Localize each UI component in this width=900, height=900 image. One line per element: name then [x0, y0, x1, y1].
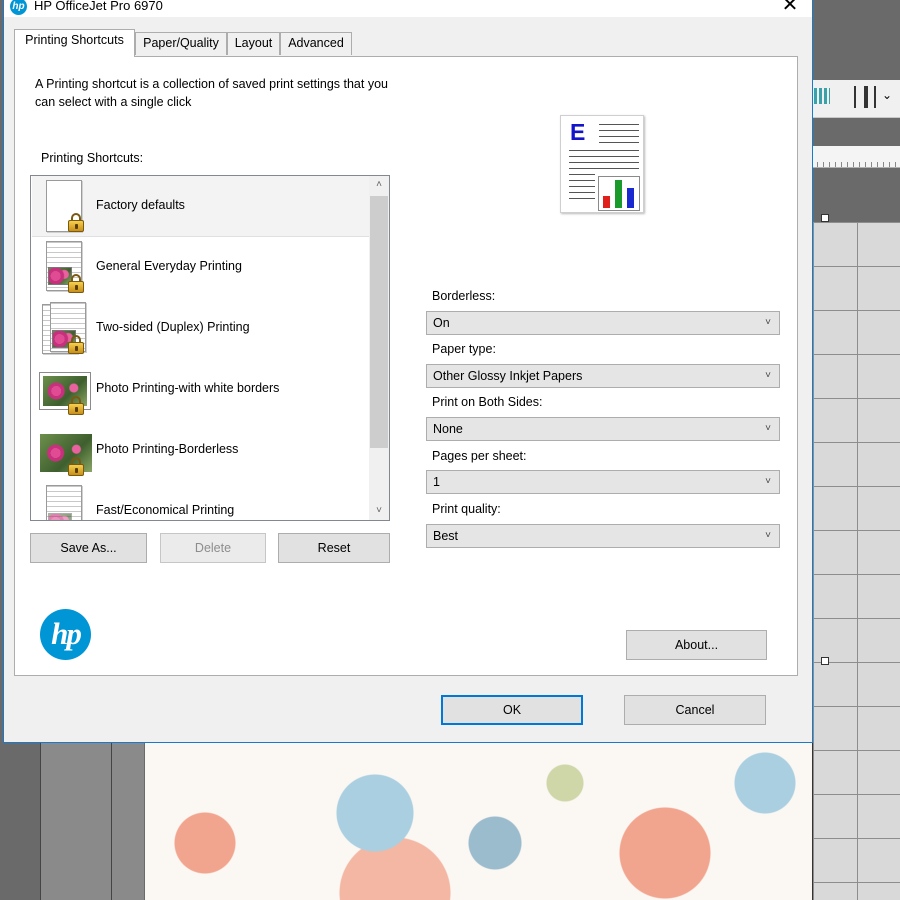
print-quality-value: Best: [433, 529, 459, 543]
preview-bar-green: [615, 180, 622, 208]
list-item-label: Photo Printing-with white borders: [96, 381, 280, 395]
about-button[interactable]: About...: [626, 630, 767, 660]
close-icon[interactable]: ✕: [782, 0, 799, 16]
print-quality-select[interactable]: Best ˅: [426, 524, 780, 548]
list-item-photo-borderless[interactable]: Photo Printing-Borderless: [32, 420, 369, 481]
hp-logo: hp: [40, 609, 91, 660]
list-item-label: General Everyday Printing: [96, 259, 242, 273]
list-item-label: Fast/Economical Printing: [96, 503, 235, 517]
borderless-select[interactable]: On ˅: [426, 311, 780, 335]
pages-per-sheet-value: 1: [433, 475, 440, 489]
borderless-label: Borderless:: [432, 289, 496, 303]
tab-printing-shortcuts[interactable]: Printing Shortcuts: [14, 29, 135, 57]
background-canvas-grid: [812, 222, 900, 900]
tab-paper-quality[interactable]: Paper/Quality: [135, 32, 227, 55]
bordered-photo-lock-icon: [39, 363, 91, 417]
delete-button[interactable]: Delete: [160, 533, 266, 563]
both-sides-label: Print on Both Sides:: [432, 395, 543, 409]
both-sides-select[interactable]: None ˅: [426, 417, 780, 441]
title-bar: hp HP OfficeJet Pro 6970 ✕: [4, 0, 812, 17]
chevron-down-icon: ˅: [765, 317, 771, 328]
background-side-panel: [40, 743, 144, 900]
reset-button[interactable]: Reset: [278, 533, 390, 563]
close-button[interactable]: ✕: [776, 0, 804, 17]
background-toolbar: ⌄: [812, 80, 900, 118]
scroll-down-icon[interactable]: ˅: [369, 502, 389, 520]
economical-document-icon: [40, 485, 84, 520]
resize-handle-top[interactable]: [821, 214, 829, 222]
list-item-fast-economical[interactable]: Fast/Economical Printing: [32, 481, 369, 520]
document-photo-lock-icon: [40, 241, 84, 295]
scrollbar-thumb[interactable]: [370, 196, 388, 448]
list-item-duplex[interactable]: Two-sided (Duplex) Printing: [32, 298, 369, 359]
chevron-down-icon: ˅: [765, 370, 771, 381]
list-item-general-everyday[interactable]: General Everyday Printing: [32, 237, 369, 298]
blank-document-lock-icon: [40, 180, 84, 234]
chevron-down-icon: ˅: [765, 423, 771, 434]
paper-type-label: Paper type:: [432, 342, 496, 356]
background-ruler: [812, 146, 900, 168]
hp-icon: hp: [10, 0, 27, 15]
document-preview-icon: E: [560, 115, 644, 213]
toolbar-dropdown-icon[interactable]: ⌄: [882, 88, 892, 102]
list-scrollbar[interactable]: ˄ ˅: [369, 176, 389, 520]
list-item-label: Two-sided (Duplex) Printing: [96, 320, 250, 334]
chevron-down-icon: ˅: [765, 476, 771, 487]
borderless-value: On: [433, 316, 450, 330]
align-tool-icon[interactable]: [854, 86, 876, 108]
preview-bar-chart: [598, 176, 640, 211]
chevron-down-icon: ˅: [765, 530, 771, 541]
paper-type-value: Other Glossy Inkjet Papers: [433, 369, 583, 383]
shortcuts-label: Printing Shortcuts:: [41, 151, 144, 165]
print-properties-dialog: hp HP OfficeJet Pro 6970 ✕ Printing Shor…: [3, 0, 813, 743]
list-item-label: Factory defaults: [96, 198, 185, 212]
print-quality-label: Print quality:: [432, 502, 501, 516]
paper-type-select[interactable]: Other Glossy Inkjet Papers ˅: [426, 364, 780, 388]
preview-letter: E: [570, 119, 586, 145]
pages-per-sheet-select[interactable]: 1 ˅: [426, 470, 780, 494]
tab-panel: A Printing shortcut is a collection of s…: [14, 56, 798, 676]
tab-advanced[interactable]: Advanced: [280, 32, 352, 55]
duplex-document-lock-icon: [40, 302, 86, 356]
list-item-label: Photo Printing-Borderless: [96, 442, 239, 456]
list-item-photo-white-borders[interactable]: Photo Printing-with white borders: [32, 359, 369, 420]
scroll-up-icon[interactable]: ˄: [369, 176, 389, 194]
shortcut-list[interactable]: Factory defaults General Everyday Printi…: [30, 175, 390, 521]
list-item-factory-defaults[interactable]: Factory defaults: [32, 176, 369, 237]
window-title: HP OfficeJet Pro 6970: [34, 0, 163, 13]
intro-text: A Printing shortcut is a collection of s…: [35, 77, 388, 109]
preview-bar-red: [603, 196, 610, 208]
tab-layout[interactable]: Layout: [227, 32, 280, 55]
ok-button[interactable]: OK: [441, 695, 583, 725]
cancel-button[interactable]: Cancel: [624, 695, 766, 725]
preview-bar-blue: [627, 188, 634, 208]
resize-handle-middle[interactable]: [821, 657, 829, 665]
both-sides-value: None: [433, 422, 463, 436]
save-as-button[interactable]: Save As...: [30, 533, 147, 563]
borderless-photo-lock-icon: [40, 424, 92, 478]
pages-per-sheet-label: Pages per sheet:: [432, 449, 527, 463]
grid-tool-icon[interactable]: [814, 88, 830, 104]
floral-pattern-page: [145, 743, 812, 900]
